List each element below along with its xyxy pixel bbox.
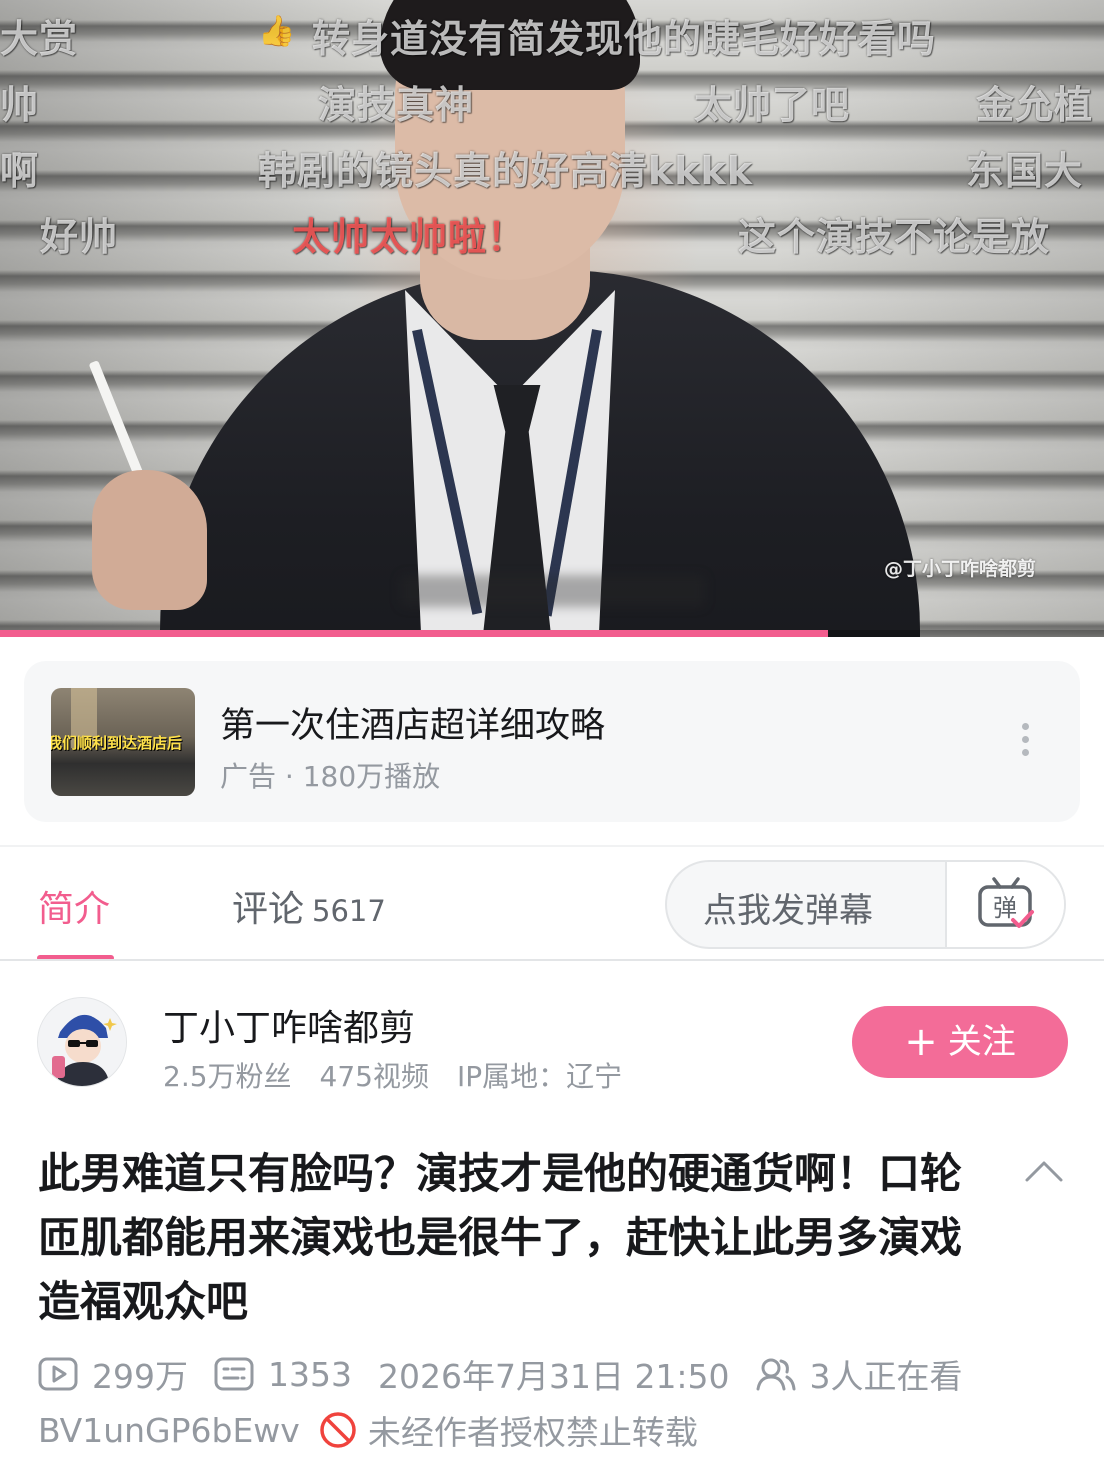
danmaku-count: 1353 xyxy=(268,1354,352,1394)
danmaku-comment: 转身道没有简发现他的睫毛好好看吗 xyxy=(312,17,937,61)
danmaku-toggle-button[interactable]: 弹 xyxy=(945,862,1064,947)
danmaku-comment: 金允植 xyxy=(976,83,1094,127)
tab-comments-count: 5617 xyxy=(312,894,386,928)
video-bvid[interactable]: BV1unGP6bEwv xyxy=(38,1411,300,1450)
danmaku-input-placeholder[interactable]: 点我发弹幕 xyxy=(703,883,873,932)
author-videos: 475视频 xyxy=(319,1060,429,1093)
ad-thumbnail: 我们顺利到达酒店后 xyxy=(51,688,195,796)
video-player[interactable]: 👍 大赏 转身道没有简发现他的睫毛好好看吗 帅 演技真神 太帅了吧 金允植 啊 … xyxy=(0,0,1104,637)
video-title: 此男难道只有脸吗？演技才是他的硬通货啊！口轮匝肌都能用来演戏也是很牛了，赶快让此… xyxy=(38,1149,963,1326)
section-divider xyxy=(0,845,1104,847)
follow-button[interactable]: + 关注 xyxy=(852,1006,1068,1078)
danmaku-comment: 这个演技不论是放 xyxy=(738,215,1051,259)
ad-card[interactable]: 我们顺利到达酒店后 第一次住酒店超详细攻略 广告 · 180万播放 xyxy=(24,661,1080,822)
author-stats: 2.5万粉丝 475视频 IP属地：辽宁 xyxy=(163,1055,650,1095)
danmaku-comment: 演技真神 xyxy=(318,83,475,127)
play-count-icon xyxy=(38,1357,78,1391)
danmaku-toggle-icon: 弹 xyxy=(978,877,1034,928)
danmaku-send-field[interactable]: 点我发弹幕 弹 xyxy=(665,860,1066,949)
video-watermark: @丁小丁咋啥都剪 xyxy=(883,558,1036,580)
danmaku-comment: 啊 xyxy=(0,149,40,193)
follow-button-label: 关注 xyxy=(947,1022,1016,1062)
copyright-notice: 未经作者授权禁止转载 xyxy=(367,1413,698,1452)
danmaku-comment: 好帅 xyxy=(40,215,119,259)
danmaku-comment: 韩剧的镜头真的好高清kkkk xyxy=(258,149,754,193)
more-vertical-icon[interactable] xyxy=(1019,723,1031,763)
danmaku-toggle-glyph: 弹 xyxy=(993,894,1017,922)
video-frame-hand xyxy=(92,470,207,610)
avatar[interactable] xyxy=(37,997,127,1087)
video-subtitle xyxy=(400,575,705,607)
tabs-divider xyxy=(0,959,1104,961)
ad-title[interactable]: 第一次住酒店超详细攻略 xyxy=(220,697,605,748)
progress-bar[interactable] xyxy=(0,630,1104,637)
progress-bar-fill xyxy=(0,630,828,637)
video-stats-row: 299万 1353 2026年7月31日 21:50 3人正在看 xyxy=(38,1352,963,1396)
video-id-row: BV1unGP6bEwv 未经作者授权禁止转载 xyxy=(38,1408,698,1453)
danmaku-count-icon xyxy=(214,1357,254,1391)
ad-thumbnail-caption: 我们顺利到达酒店后 xyxy=(51,734,183,752)
danmaku-comment-highlighted: 太帅太帅啦！ xyxy=(292,215,527,259)
tab-intro[interactable]: 简介 xyxy=(38,880,110,932)
no-repost-icon xyxy=(320,1412,356,1448)
chevron-up-icon[interactable] xyxy=(1024,1158,1064,1184)
tab-comments[interactable]: 评论 5617 xyxy=(232,880,386,932)
danmaku-comment: 大赏 xyxy=(0,17,79,61)
plus-icon: + xyxy=(904,1019,938,1065)
author-ip: IP属地：辽宁 xyxy=(456,1060,623,1093)
ad-meta: 广告 · 180万播放 xyxy=(220,760,441,793)
avatar-image xyxy=(38,998,126,1086)
danmaku-comment: 东国大 xyxy=(966,149,1084,193)
tab-comments-label: 评论 xyxy=(232,889,305,930)
author-name[interactable]: 丁小丁咋啥都剪 xyxy=(163,999,415,1051)
thumbs-up-icon: 👍 xyxy=(258,14,296,49)
author-fans: 2.5万粉丝 xyxy=(163,1060,292,1093)
danmaku-comment: 太帅了吧 xyxy=(694,83,851,127)
danmaku-comment: 帅 xyxy=(0,83,40,127)
play-count: 299万 xyxy=(92,1357,188,1396)
watching-count: 3人正在看 xyxy=(809,1357,963,1396)
publish-date: 2026年7月31日 21:50 xyxy=(377,1357,730,1396)
viewers-icon xyxy=(756,1358,796,1391)
